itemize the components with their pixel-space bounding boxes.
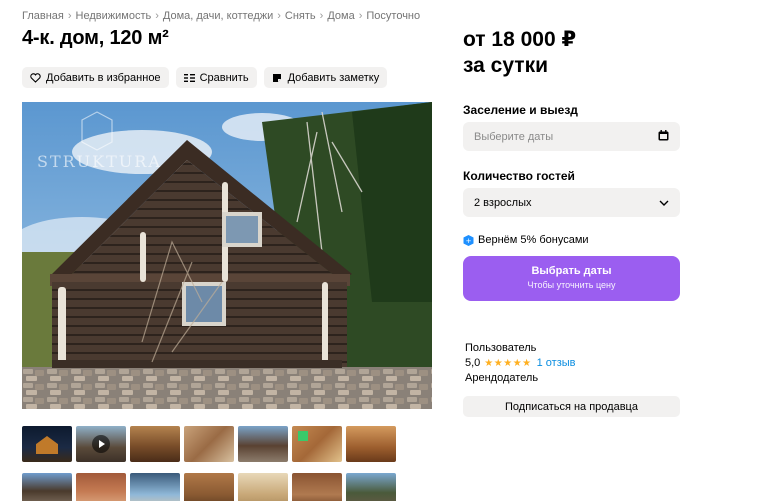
- compare-button[interactable]: Сравнить: [175, 67, 257, 88]
- compare-icon: [183, 72, 195, 83]
- price-amount: от 18 000 ₽: [463, 28, 577, 51]
- select-dates-button[interactable]: Выбрать даты Чтобы уточнить цену: [463, 256, 680, 301]
- rating-value: 5,0: [465, 357, 481, 369]
- thumbnail[interactable]: [76, 473, 126, 501]
- price-period: за сутки: [463, 54, 548, 77]
- video-thumbnail[interactable]: [76, 426, 126, 462]
- breadcrumb-item-houses[interactable]: Дома: [327, 10, 354, 22]
- bonus-badge-icon: +: [463, 234, 474, 246]
- chevron-down-icon: [659, 197, 669, 209]
- seller-name[interactable]: Пользователь: [465, 342, 536, 354]
- bonus-text: Вернём 5% бонусами: [478, 234, 589, 246]
- note-icon: [272, 72, 283, 83]
- add-note-button[interactable]: Добавить заметку: [263, 67, 388, 88]
- thumbnail[interactable]: [292, 426, 342, 462]
- photo-gallery-thumbnails: [22, 426, 397, 501]
- thumbnail[interactable]: [292, 473, 342, 501]
- add-to-favorites-label: Добавить в избранное: [46, 71, 161, 84]
- thumbnail[interactable]: [346, 426, 396, 462]
- main-photo[interactable]: STRUKTURA: [22, 102, 432, 409]
- breadcrumb-item-daily[interactable]: Посуточно: [366, 10, 420, 22]
- thumbnail[interactable]: [238, 473, 288, 501]
- listing-actions: Добавить в избранное Сравнить Добавить з…: [22, 67, 388, 88]
- rating-stars-icon: ★★★★★: [484, 357, 532, 369]
- play-icon: [92, 435, 110, 453]
- dates-input[interactable]: Выберите даты: [463, 122, 680, 151]
- breadcrumb-item-realty[interactable]: Недвижимость: [76, 10, 152, 22]
- add-note-label: Добавить заметку: [287, 71, 380, 84]
- guests-select[interactable]: 2 взрослых: [463, 188, 680, 217]
- bonus-info: + Вернём 5% бонусами: [463, 234, 589, 246]
- page-title: 4-к. дом, 120 м²: [22, 27, 169, 49]
- subscribe-seller-button[interactable]: Подписаться на продавца: [463, 396, 680, 417]
- seller-rating: 5,0 ★★★★★ 1 отзыв: [465, 357, 576, 369]
- breadcrumb-separator: ›: [358, 10, 363, 22]
- thumbnail[interactable]: [184, 426, 234, 462]
- breadcrumb-separator: ›: [319, 10, 324, 22]
- dates-placeholder: Выберите даты: [474, 130, 554, 143]
- breadcrumb-item-rent[interactable]: Снять: [285, 10, 316, 22]
- breadcrumb-separator: ›: [277, 10, 281, 22]
- compare-label: Сравнить: [199, 71, 249, 84]
- add-to-favorites-button[interactable]: Добавить в избранное: [22, 67, 169, 88]
- calendar-icon: [658, 129, 669, 144]
- svg-text:+: +: [466, 237, 472, 245]
- breadcrumb-separator: ›: [155, 10, 159, 22]
- select-dates-title: Выбрать даты: [531, 265, 612, 277]
- house-photo: STRUKTURA: [22, 102, 432, 409]
- guests-label: Количество гостей: [463, 169, 575, 183]
- thumbnail[interactable]: [184, 473, 234, 501]
- breadcrumb: Главная › Недвижимость › Дома, дачи, коттедж…: [22, 10, 420, 22]
- thumbnail[interactable]: [130, 426, 180, 462]
- guests-value: 2 взрослых: [474, 196, 532, 209]
- breadcrumb-separator: ›: [67, 10, 72, 22]
- thumbnail[interactable]: [238, 426, 288, 462]
- thumbnail[interactable]: [130, 473, 180, 501]
- heart-icon: [30, 72, 41, 83]
- thumbnail[interactable]: [346, 473, 396, 501]
- thumbnail[interactable]: [22, 426, 72, 462]
- breadcrumb-item-houses-dachas[interactable]: Дома, дачи, коттеджи: [163, 10, 273, 22]
- photo-watermark: STRUKTURA: [37, 152, 162, 171]
- thumbnail[interactable]: [22, 473, 72, 501]
- reviews-link[interactable]: 1 отзыв: [537, 357, 576, 369]
- select-dates-subtitle: Чтобы уточнить цену: [527, 280, 616, 290]
- dates-label: Заселение и выезд: [463, 103, 578, 117]
- breadcrumb-item-home[interactable]: Главная: [22, 10, 64, 22]
- seller-role: Арендодатель: [465, 372, 539, 384]
- price: от 18 000 ₽ за сутки: [463, 27, 576, 79]
